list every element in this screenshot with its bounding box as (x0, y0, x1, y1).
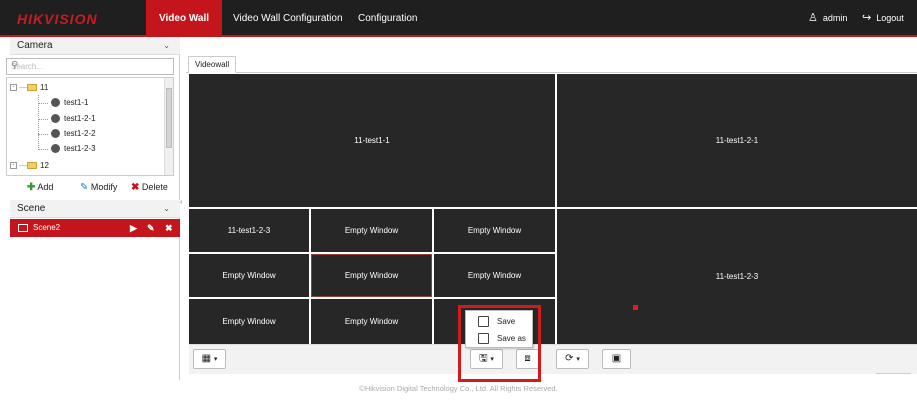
chevron-down-icon[interactable]: ⌄ (163, 37, 170, 55)
play-icon[interactable]: ▶ (130, 219, 137, 237)
plus-icon: ✚ (27, 182, 36, 193)
folder-icon (27, 162, 37, 170)
collapse-icon[interactable]: - (10, 162, 17, 170)
copyright-footer: ©Hikvision Digital Technology Co., Ltd. … (359, 384, 558, 393)
modify-camera-button[interactable]: ✎ Modify (80, 182, 117, 193)
user-menu[interactable]: ♙ admin (808, 0, 847, 37)
wall-window[interactable]: Empty Window (189, 254, 309, 297)
camera-icon (51, 129, 60, 139)
logout-icon: ↪ (862, 12, 872, 24)
wall-window[interactable]: 11-test1-2-3 (557, 209, 917, 344)
tree-camera-item[interactable]: test1-2-2 (51, 129, 96, 139)
nav-video-wall-configuration[interactable]: Video Wall Configuration (220, 0, 356, 37)
camera-panel-title: Camera (17, 40, 53, 51)
camera-label: test1-2-1 (64, 114, 96, 123)
highlight-annotation-box (458, 305, 541, 382)
camera-search-input[interactable]: Search... ⚲ (6, 58, 174, 75)
tree-camera-item[interactable]: test1-2-1 (51, 114, 96, 124)
add-label: Add (37, 182, 54, 192)
refresh-dropdown-button[interactable]: ⟳ ▾ (556, 349, 589, 369)
chevron-down-icon: ▾ (576, 356, 580, 363)
wall-window[interactable]: Empty Window (434, 254, 555, 297)
monitor-icon: ▣ (611, 353, 622, 364)
scene-label: Scene2 (33, 223, 61, 232)
scene-item-scene2[interactable]: Scene2 ▶ ✎ ✖ (10, 219, 180, 237)
user-icon: ♙ (808, 12, 818, 24)
add-camera-button[interactable]: ✚ Add (27, 182, 53, 193)
wall-window[interactable]: Empty Window (434, 209, 555, 252)
camera-label: test1-2-3 (64, 144, 96, 153)
chevron-down-icon[interactable]: ⌄ (163, 200, 170, 218)
refresh-icon: ⟳ (565, 353, 574, 364)
collapse-panel-icon[interactable]: ‹ (180, 199, 182, 206)
layout-button[interactable]: ▦ ▾ (193, 349, 226, 369)
search-icon[interactable]: ⚲ (11, 60, 169, 71)
edit-icon: ✎ (80, 182, 89, 193)
tree-connector (38, 134, 48, 135)
tree-group-12[interactable]: - —12 (10, 161, 49, 170)
wall-tab-bar: Videowall (186, 55, 917, 73)
hikvision-logo: HIKVISION (17, 11, 98, 27)
screen-control-button[interactable]: ▣ (602, 349, 631, 369)
scene-panel-header[interactable]: Scene ⌄ (10, 200, 180, 218)
alarm-indicator (633, 305, 638, 310)
logout-button[interactable]: ↪ Logout (862, 0, 904, 37)
grid-icon: ▦ (201, 353, 212, 364)
logout-label: Logout (876, 13, 904, 23)
tree-connector (38, 119, 48, 120)
collapse-icon[interactable]: - (10, 84, 17, 92)
group-label: 12 (40, 161, 49, 170)
tree-camera-item[interactable]: test1-1 (51, 98, 89, 108)
wall-window[interactable]: Empty Window (311, 209, 432, 252)
tree-camera-item[interactable]: test1-2-3 (51, 144, 96, 154)
nav-configuration[interactable]: Configuration (345, 0, 430, 37)
camera-icon (51, 114, 60, 124)
chevron-down-icon: ▾ (213, 356, 218, 363)
tree-scrollbar[interactable] (164, 78, 173, 175)
tab-videowall[interactable]: Videowall (188, 56, 237, 73)
folder-icon (27, 84, 37, 92)
group-label: 11 (40, 83, 49, 92)
delete-scene-icon[interactable]: ✖ (165, 219, 173, 237)
username: admin (822, 13, 848, 23)
delete-label: Delete (141, 182, 168, 192)
top-navigation-bar: HIKVISION Video Wall Video Wall Configur… (0, 0, 917, 37)
tree-connector (38, 103, 48, 104)
camera-icon (51, 144, 60, 154)
camera-icon (51, 98, 60, 108)
divider (876, 373, 911, 374)
camera-label: test1-1 (64, 98, 89, 107)
camera-label: test1-2-2 (64, 129, 96, 138)
scrollbar-thumb[interactable] (166, 88, 172, 148)
camera-panel-header[interactable]: Camera ⌄ (10, 37, 180, 55)
delete-camera-button[interactable]: ✖ Delete (131, 182, 168, 193)
wall-window[interactable]: 11-test1-2-3 (189, 209, 309, 252)
wall-window[interactable]: Empty Window (189, 299, 309, 344)
camera-tree: - —11 test1-1 test1-2-1 test1-2-2 test1-2… (6, 77, 174, 176)
wall-window-selected[interactable]: Empty Window (311, 254, 432, 297)
wall-window[interactable]: Empty Window (311, 299, 432, 344)
tree-connector (38, 149, 48, 150)
wall-toolbar (189, 344, 917, 374)
scene-panel-title: Scene (17, 203, 46, 214)
wall-window[interactable]: 11-test1-2-1 (557, 74, 917, 207)
edit-scene-icon[interactable]: ✎ (147, 219, 155, 237)
wall-window[interactable]: 11-test1-1 (189, 74, 555, 207)
video-wall-grid: 11-test1-1 11-test1-2-1 11-test1-2-3 Emp… (189, 74, 917, 344)
nav-video-wall[interactable]: Video Wall (146, 0, 223, 37)
delete-icon: ✖ (131, 182, 140, 193)
scene-icon (18, 223, 28, 232)
modify-label: Modify (90, 182, 118, 192)
tree-group-11[interactable]: - —11 (10, 83, 48, 92)
